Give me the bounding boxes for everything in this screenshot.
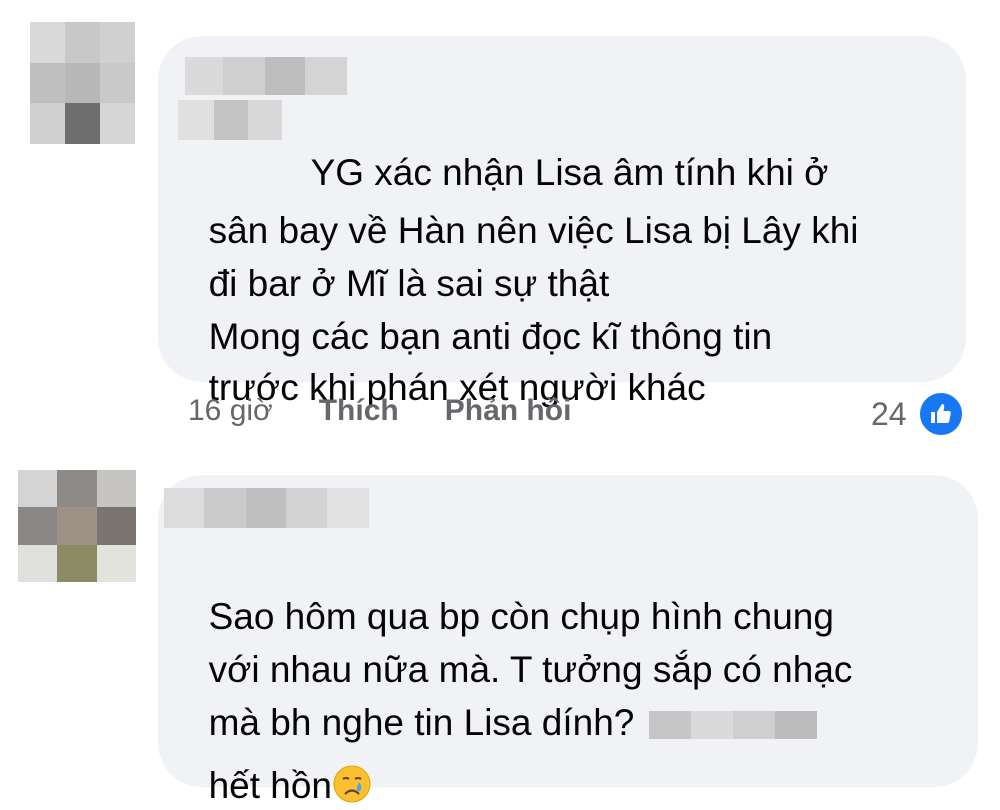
commenter-name-redacted[interactable]: [164, 488, 369, 528]
avatar-pixel: [100, 22, 135, 63]
avatar-pixel: [30, 103, 65, 144]
avatar-pixel: [57, 544, 97, 582]
avatar-pixel: [100, 103, 135, 144]
avatar-pixel: [96, 507, 136, 545]
avatar-pixel: [100, 62, 135, 104]
avatar-pixel: [30, 62, 65, 104]
reaction-summary[interactable]: 24: [871, 390, 965, 438]
redacted-text: [648, 711, 691, 740]
avatar-pixel: [65, 103, 100, 144]
commenter-avatar[interactable]: [30, 22, 135, 144]
avatar-pixel: [65, 62, 100, 104]
comment-actions: 16 giờ Thích Phản hồi: [188, 394, 571, 428]
avatar-pixel: [65, 22, 100, 63]
avatar-pixel: [96, 470, 136, 508]
avatar-pixel: [57, 507, 97, 545]
reply-button[interactable]: Phản hồi: [445, 394, 572, 428]
redacted-text: [774, 711, 817, 740]
mention-redacted[interactable]: [178, 100, 282, 140]
avatar-pixel: [18, 507, 58, 545]
like-button[interactable]: Thích: [319, 394, 399, 428]
comment-text: hết hồn: [188, 714, 372, 810]
avatar-pixel: [57, 470, 97, 508]
avatar-pixel: [96, 544, 136, 582]
reaction-count: 24: [871, 395, 907, 432]
commenter-name-redacted[interactable]: [185, 57, 347, 95]
thumbs-up-icon: [916, 390, 965, 438]
redacted-text: [690, 711, 733, 740]
comment-line: hết hồn: [208, 765, 333, 806]
redacted-text: [732, 711, 775, 740]
crying-face-icon: [333, 765, 371, 803]
comment-timestamp[interactable]: 16 giờ: [188, 394, 273, 428]
commenter-avatar[interactable]: [18, 470, 136, 582]
avatar-pixel: [18, 470, 58, 508]
avatar-pixel: [30, 22, 65, 63]
avatar-pixel: [18, 544, 58, 582]
